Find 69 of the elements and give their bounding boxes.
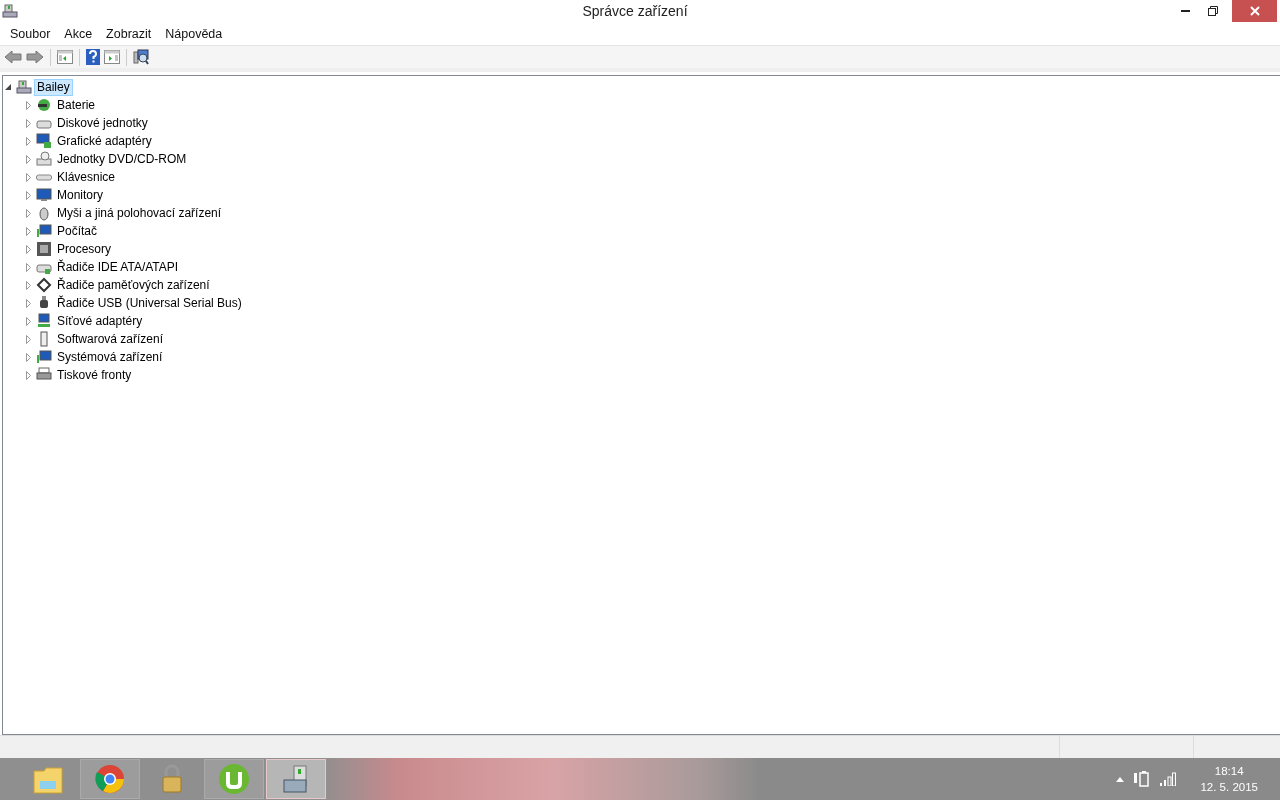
signal-bars-icon[interactable] [1160,772,1177,786]
torrent-client-icon [218,763,250,795]
tree-item[interactable]: Systémová zařízení [54,348,166,366]
collapsed-triangle-icon[interactable] [25,370,31,380]
collapsed-triangle-icon[interactable] [25,208,31,218]
collapsed-triangle-icon[interactable] [25,334,31,344]
collapsed-triangle-icon[interactable] [25,298,31,308]
collapsed-triangle-icon[interactable] [25,118,31,128]
menu-item[interactable]: Nápověda [158,26,230,41]
dvd-drive-icon [36,151,52,167]
mouse-icon [36,205,52,221]
collapsed-triangle-icon[interactable] [25,244,31,254]
tree-item[interactable]: Řadiče IDE ATA/ATAPI [54,258,182,276]
window-title: Správce zařízení [582,3,688,19]
taskbar-button[interactable] [204,759,264,799]
collapsed-triangle-icon[interactable] [25,352,31,362]
console-tree-icon[interactable] [57,50,73,64]
menu-item[interactable]: Soubor [3,26,58,41]
tree-item[interactable]: Řadiče paměťových zařízení [54,276,213,294]
tree-item[interactable]: Myši a jiná polohovací zařízení [54,204,225,222]
tree-item[interactable]: Softwarová zařízení [54,330,167,348]
tree-item[interactable]: Baterie [54,96,99,114]
computer-icon [36,349,52,365]
collapsed-triangle-icon[interactable] [25,262,31,272]
tree-item[interactable]: Řadiče USB (Universal Serial Bus) [54,294,245,312]
collapsed-triangle-icon[interactable] [25,190,31,200]
action-pane-icon[interactable] [104,50,120,64]
collapsed-triangle-icon[interactable] [25,280,31,290]
browser-icon [94,763,126,795]
back-arrow-icon[interactable] [4,50,22,64]
tree-item[interactable]: Diskové jednotky [54,114,151,132]
show-hidden-icons-icon[interactable] [1116,776,1125,782]
tree-item[interactable]: Bailey [34,78,73,96]
collapsed-triangle-icon[interactable] [25,154,31,164]
collapsed-triangle-icon[interactable] [25,100,31,110]
forward-arrow-icon[interactable] [26,50,44,64]
display-adapter-icon [36,133,52,149]
close-icon [1249,6,1260,16]
tree-item[interactable]: Počítač [54,222,101,240]
taskbar-button[interactable] [266,759,326,799]
restore-icon [1207,6,1218,16]
tree-item[interactable]: Grafické adaptéry [54,132,155,150]
tree-item[interactable]: Monitory [54,186,106,204]
collapsed-triangle-icon[interactable] [25,226,31,236]
tree-item[interactable]: Jednotky DVD/CD-ROM [54,150,190,168]
menu-item[interactable]: Zobrazit [99,26,159,41]
tree-item[interactable]: Procesory [54,240,115,258]
computer-icon [36,223,52,239]
tree-item[interactable]: Klávesnice [54,168,119,186]
menu-item[interactable]: Akce [57,26,100,41]
collapsed-triangle-icon[interactable] [25,136,31,146]
processor-icon [36,241,52,257]
scan-hardware-icon[interactable] [133,49,149,65]
battery-charging-icon[interactable] [1134,771,1151,787]
expanded-triangle-icon[interactable] [4,83,12,91]
collapsed-triangle-icon[interactable] [25,172,31,182]
taskbar-button[interactable] [80,759,140,799]
close-button[interactable] [1232,0,1277,22]
minimize-icon [1181,10,1190,12]
monitor-icon [36,187,52,203]
tree-item[interactable]: Tiskové fronty [54,366,135,384]
collapsed-triangle-icon[interactable] [25,316,31,326]
tree-item[interactable]: Síťové adaptéry [54,312,146,330]
printer-icon [36,367,52,383]
network-adapter-icon [36,313,52,329]
help-icon[interactable] [86,49,100,65]
device-manager-icon [2,3,18,19]
computer-icon [16,79,32,95]
battery-icon [36,97,52,113]
